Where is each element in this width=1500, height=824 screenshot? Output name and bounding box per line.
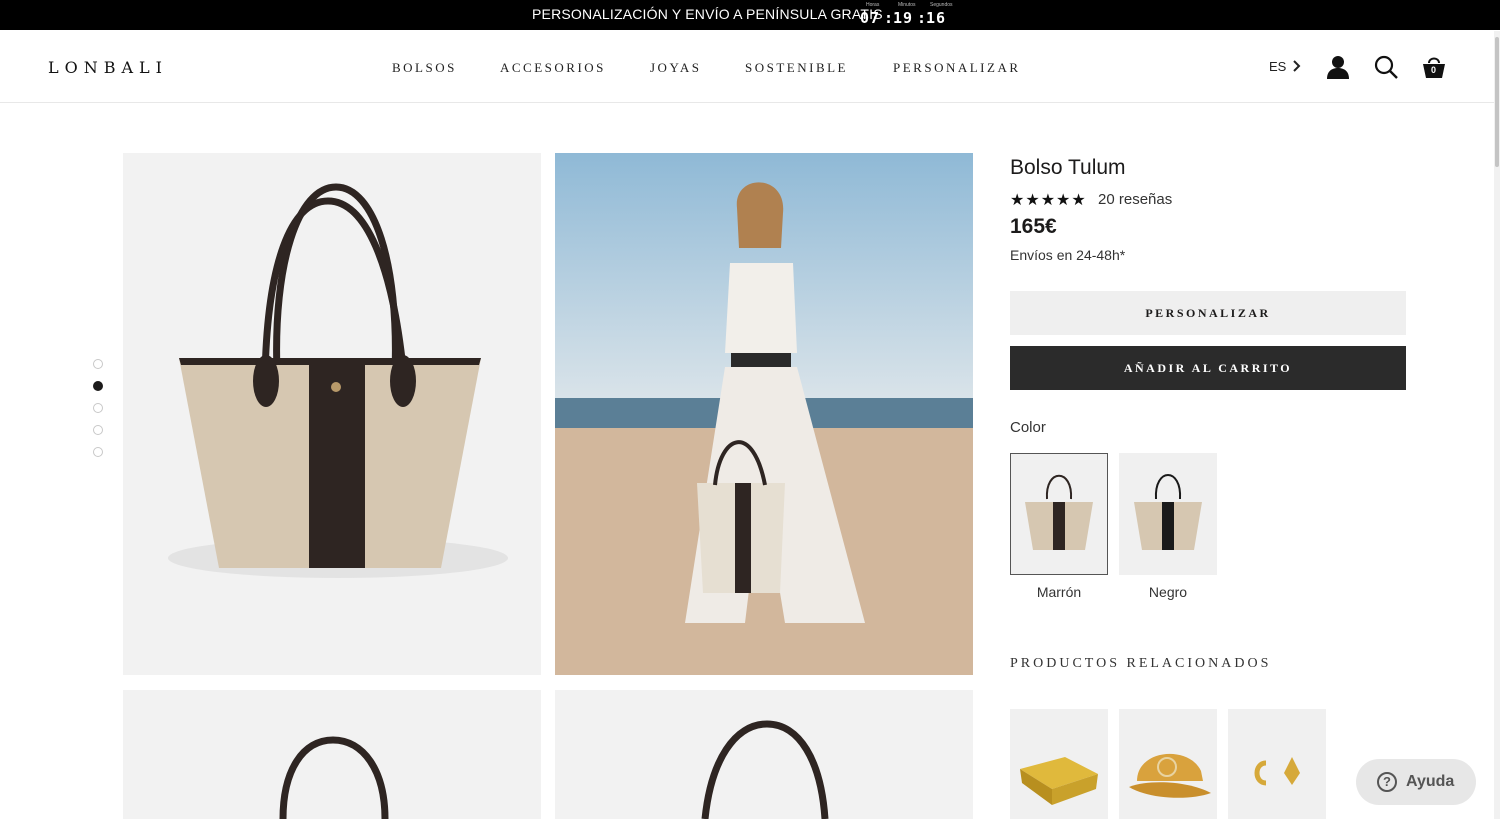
model-beach-illustration	[555, 153, 973, 675]
gallery-dot[interactable]	[93, 359, 103, 369]
tote-bag-illustration	[701, 720, 829, 819]
related-product-gift-box[interactable]	[1010, 709, 1108, 819]
related-products-heading: PRODUCTOS RELACIONADOS	[1010, 656, 1272, 671]
language-code: ES	[1269, 59, 1287, 74]
help-chat-button[interactable]: ? Ayuda	[1356, 759, 1476, 805]
nav-item-bolsos[interactable]: BOLSOS	[392, 60, 457, 76]
nav-item-accesorios[interactable]: ACCESORIOS	[500, 60, 606, 76]
countdown-timer: Horas Minutos Segundos 07 : 19 : 16	[860, 2, 960, 28]
color-label: Color	[1010, 419, 1046, 436]
rating-stars[interactable]: ★★★★★	[1010, 190, 1087, 210]
product-image-main[interactable]	[123, 153, 541, 675]
page-scrollbar[interactable]	[1494, 31, 1500, 819]
product-title: Bolso Tulum	[1010, 156, 1126, 179]
shipping-info: Envíos en 24-48h*	[1010, 247, 1126, 263]
gallery-dot[interactable]	[93, 425, 103, 435]
related-product-cap[interactable]	[1119, 709, 1217, 819]
reviews-count[interactable]: 20 reseñas	[1098, 191, 1172, 208]
cap-illustration	[1129, 753, 1211, 798]
product-image-lifestyle[interactable]	[555, 153, 973, 675]
gallery-pagination	[93, 359, 103, 459]
announcement-bar: PERSONALIZACIÓN Y ENVÍO A PENÍNSULA GRAT…	[0, 0, 1500, 30]
cart-count: 0	[1431, 65, 1437, 75]
question-icon: ?	[1377, 772, 1397, 792]
gallery-dot[interactable]	[93, 381, 103, 391]
earrings-illustration	[1254, 757, 1300, 786]
related-product-earrings[interactable]	[1228, 709, 1326, 819]
countdown-seconds: 16	[926, 9, 947, 27]
help-label: Ayuda	[1406, 773, 1455, 790]
tote-bag-illustration	[279, 736, 389, 819]
user-icon[interactable]	[1325, 54, 1351, 80]
scrollbar-thumb[interactable]	[1495, 37, 1499, 167]
tote-bag-illustration	[168, 183, 508, 578]
product-image-alt-1[interactable]	[123, 690, 541, 819]
chevron-right-icon	[1293, 60, 1301, 72]
tote-bag-thumbnail	[1134, 474, 1202, 550]
product-image-alt-2[interactable]	[555, 690, 973, 819]
countdown-hours: 07	[860, 9, 881, 27]
brand-logo[interactable]: LONBALI	[48, 58, 168, 77]
countdown-minutes-caption: Minutos	[898, 2, 916, 8]
language-selector[interactable]: ES	[1269, 59, 1301, 74]
gallery-dot[interactable]	[93, 403, 103, 413]
search-icon[interactable]	[1373, 54, 1399, 80]
color-swatch-negro[interactable]	[1119, 453, 1217, 575]
color-swatch-marron[interactable]	[1010, 453, 1108, 575]
personalize-button[interactable]: PERSONALIZAR	[1010, 291, 1406, 335]
nav-item-joyas[interactable]: JOYAS	[650, 60, 702, 76]
gift-box-illustration	[1020, 757, 1098, 805]
nav-item-sostenible[interactable]: SOSTENIBLE	[745, 60, 848, 76]
tote-bag-thumbnail	[1025, 474, 1093, 550]
site-header: LONBALI BOLSOS ACCESORIOS JOYAS SOSTENIB…	[0, 30, 1500, 103]
nav-item-personalizar[interactable]: PERSONALIZAR	[893, 60, 1021, 76]
countdown-minutes: 19	[893, 9, 914, 27]
announcement-text: PERSONALIZACIÓN Y ENVÍO A PENÍNSULA GRAT…	[532, 6, 883, 22]
color-name-negro: Negro	[1148, 584, 1188, 600]
countdown-hours-caption: Horas	[866, 2, 880, 8]
countdown-seconds-caption: Segundos	[930, 2, 953, 8]
add-to-cart-button[interactable]: AÑADIR AL CARRITO	[1010, 346, 1406, 390]
cart-button[interactable]: 0	[1421, 54, 1447, 80]
gallery-dot[interactable]	[93, 447, 103, 457]
color-name-marron: Marrón	[1036, 584, 1082, 600]
product-price: 165€	[1010, 215, 1057, 238]
